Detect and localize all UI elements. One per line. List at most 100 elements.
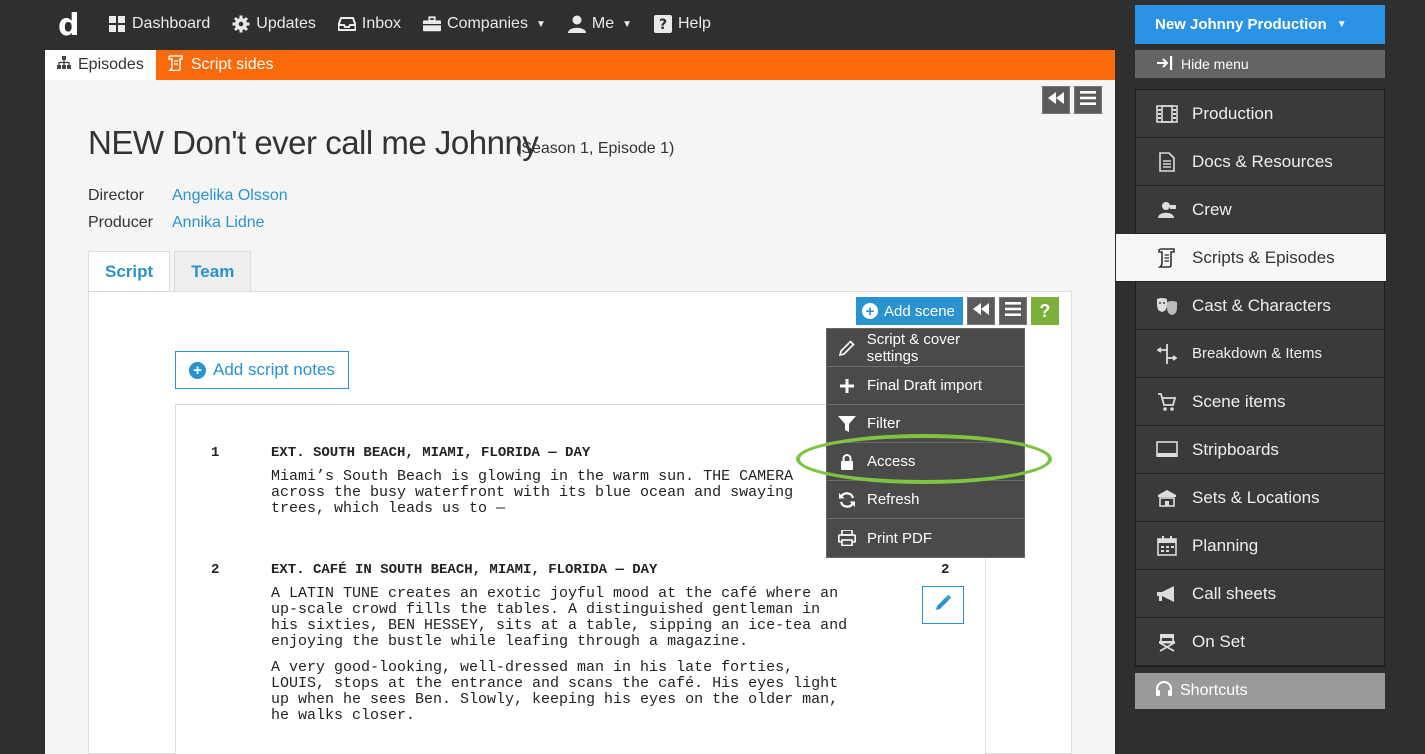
sidebar-item-call-sheets[interactable]: Call sheets: [1136, 570, 1384, 618]
menu-item-label: Filter: [867, 415, 901, 432]
nav-companies[interactable]: Companies ▼: [423, 15, 546, 33]
sidebar-item-label: Call sheets: [1192, 583, 1277, 603]
inbox-icon: [337, 15, 356, 33]
plus-icon: [837, 378, 857, 393]
pencil-icon: [934, 594, 952, 617]
sidebar-item-breakdown-items[interactable]: Breakdown & Items: [1136, 330, 1384, 378]
add-scene-label: Add scene: [884, 302, 955, 320]
scene-action: A LATIN TUNE creates an exotic joyful mo…: [271, 585, 848, 650]
menu-item-script-cover-settings[interactable]: Script & cover settings: [827, 329, 1024, 367]
scene-heading: EXT. SOUTH BEACH, MIAMI, FLORIDA — DAY: [271, 445, 591, 461]
add-scene-button[interactable]: + Add scene: [856, 297, 963, 325]
sidebar-item-label: Planning: [1192, 535, 1259, 555]
sitemap-icon: [57, 56, 71, 74]
menu-item-refresh[interactable]: Refresh: [827, 481, 1024, 519]
page-controls: [1042, 86, 1102, 114]
menu-item-label: Print PDF: [867, 529, 933, 547]
menu-item-filter[interactable]: Filter: [827, 405, 1024, 443]
sidebar-item-label: Stripboards: [1192, 439, 1279, 459]
nav-me-label: Me: [591, 15, 615, 32]
print-icon: [837, 530, 857, 546]
sidebar-item-scene-items[interactable]: Scene items: [1136, 378, 1384, 426]
nav-dashboard[interactable]: Dashboard: [108, 15, 210, 33]
script-toolbar: + Add scene ?: [856, 297, 1059, 325]
hide-menu-button[interactable]: Hide menu: [1135, 50, 1385, 78]
nav-help[interactable]: ? Help: [654, 15, 711, 33]
tab-episodes[interactable]: Episodes: [45, 50, 156, 80]
sidebar-item-label: Cast & Characters: [1192, 295, 1331, 315]
menu-item-label: Access: [867, 453, 916, 470]
sidebar-item-on-set[interactable]: On Set: [1136, 618, 1384, 666]
scene-action: Miami’s South Beach is glowing in the wa…: [271, 468, 794, 517]
nav-help-label: Help: [678, 15, 711, 32]
page-tabs: Script Team: [88, 251, 252, 292]
masks-icon: [1156, 297, 1178, 315]
add-script-notes-button[interactable]: + Add script notes: [175, 351, 349, 389]
sidebar-item-sets-locations[interactable]: Sets & Locations: [1136, 474, 1384, 522]
megaphone-icon: [1156, 585, 1178, 603]
menu-item-final-draft-import[interactable]: Final Draft import: [827, 367, 1024, 405]
sidebar-item-crew[interactable]: Crew: [1136, 186, 1384, 234]
director-link[interactable]: Angelika Olsson: [172, 187, 288, 205]
tab-script-sides[interactable]: Script sides: [156, 50, 286, 80]
production-selector-button[interactable]: New Johnny Production ▼: [1135, 5, 1385, 44]
script-menu-button[interactable]: [998, 297, 1027, 325]
tab-script-sides-label: Script sides: [190, 56, 274, 73]
nav-me[interactable]: Me ▼: [567, 15, 632, 33]
app-logo[interactable]: d: [58, 8, 79, 43]
sidebar-item-label: Sets & Locations: [1192, 487, 1320, 507]
sidebar-item-docs-resources[interactable]: Docs & Resources: [1136, 138, 1384, 186]
nav-updates[interactable]: Updates: [232, 15, 316, 33]
filter-icon: [837, 415, 857, 433]
hamburger-icon: [1080, 90, 1096, 110]
gear-icon: [232, 15, 250, 33]
section-tabs: Episodes Script sides: [45, 50, 1115, 80]
producer-link[interactable]: Annika Lidne: [172, 214, 265, 232]
menu-item-access[interactable]: Access: [827, 443, 1024, 481]
collapse-button[interactable]: [1042, 86, 1070, 114]
stripboard-icon: [1156, 440, 1178, 459]
sidebar-item-label: Crew: [1192, 199, 1232, 219]
top-navbar: d Dashboard Updates Inbox Companies ▼ Me…: [0, 0, 1115, 50]
calendar-icon: [1156, 535, 1178, 556]
nav-companies-label: Companies: [447, 15, 528, 32]
nav-inbox[interactable]: Inbox: [337, 15, 401, 33]
page-title: NEW Don't ever call me Johnny: [88, 124, 539, 161]
cart-icon: [1156, 392, 1178, 412]
sidebar-item-label: Scripts & Episodes: [1192, 247, 1335, 267]
script-icon: [167, 54, 184, 76]
help-icon: ?: [654, 15, 672, 33]
production-selector-label: New Johnny Production: [1155, 16, 1327, 33]
nav-dashboard-label: Dashboard: [132, 15, 211, 32]
location-icon: [1156, 489, 1178, 507]
plus-circle-icon: +: [862, 303, 878, 319]
breakdown-icon: [1156, 343, 1178, 364]
script-help-button[interactable]: ?: [1030, 297, 1059, 325]
scene-number-right: 2: [941, 562, 950, 578]
shortcuts-label: Shortcuts: [1180, 682, 1248, 699]
director-chair-icon: [1156, 632, 1178, 652]
episode-subtitle: (Season 1, Episode 1): [516, 140, 675, 157]
tab-team[interactable]: Team: [174, 251, 252, 292]
page-menu-button[interactable]: [1074, 86, 1102, 114]
scene-heading: EXT. CAFÉ IN SOUTH BEACH, MIAMI, FLORIDA…: [271, 562, 658, 578]
tab-script[interactable]: Script: [88, 251, 171, 292]
menu-item-print-pdf[interactable]: Print PDF: [827, 519, 1024, 557]
hamburger-icon: [1004, 301, 1021, 321]
scene-number: 2: [211, 562, 220, 578]
lock-icon: [837, 453, 857, 470]
edit-scene-button[interactable]: [922, 586, 964, 624]
sidebar-item-stripboards[interactable]: Stripboards: [1136, 426, 1384, 474]
director-row: Director Angelika Olsson: [88, 187, 288, 205]
shortcuts-button[interactable]: Shortcuts: [1135, 673, 1385, 709]
user-icon: [567, 15, 586, 33]
sidebar-item-production[interactable]: Production: [1136, 90, 1384, 138]
sidebar-item-cast-characters[interactable]: Cast & Characters: [1136, 282, 1384, 330]
sidebar-item-label: Production: [1192, 103, 1274, 123]
sidebar-item-planning[interactable]: Planning: [1136, 522, 1384, 570]
add-script-notes-label: Add script notes: [213, 360, 335, 379]
script-collapse-button[interactable]: [966, 297, 995, 325]
main-nav: Dashboard Updates Inbox Companies ▼ Me ▼…: [108, 15, 711, 33]
collapse-arrow-icon: [1157, 55, 1173, 73]
sidebar-item-scripts-episodes[interactable]: Scripts & Episodes: [1116, 234, 1386, 282]
